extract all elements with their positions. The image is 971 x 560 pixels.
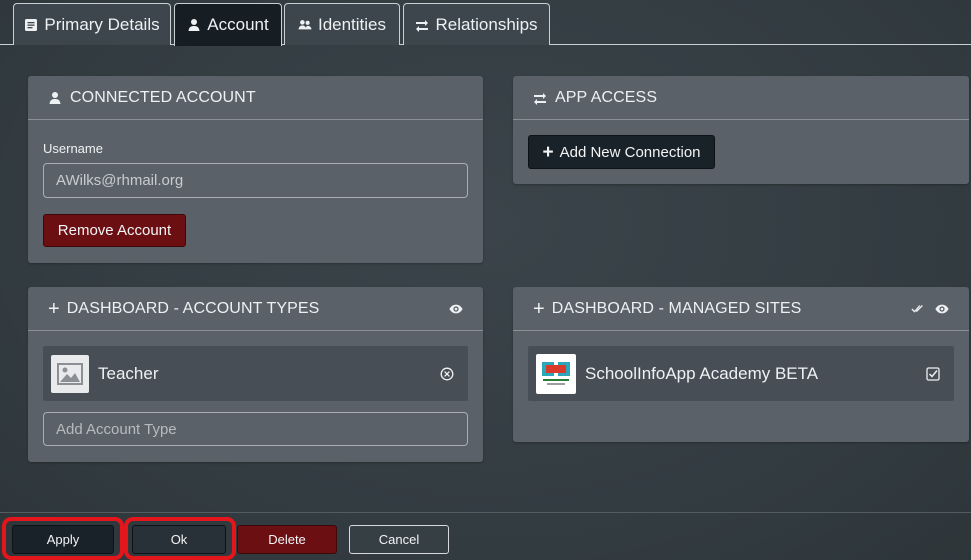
plus-icon: + (542, 141, 554, 163)
tab-identities[interactable]: Identities (284, 3, 400, 45)
expand-plus-icon[interactable]: + (48, 299, 60, 319)
tab-label: Identities (317, 14, 387, 34)
swap-icon (416, 19, 429, 32)
tab-label: Account (207, 15, 269, 34)
panel-title: DASHBOARD - MANAGED SITES (551, 299, 802, 317)
connected-account-panel: CONNECTED ACCOUNT Username AWilks@rhmail… (28, 76, 483, 263)
panel-header: APP ACCESS (513, 76, 969, 120)
panel-title: DASHBOARD - ACCOUNT TYPES (66, 299, 320, 317)
button-label: Ok (170, 532, 188, 547)
double-check-icon[interactable] (911, 303, 925, 315)
apply-button[interactable]: Apply (12, 525, 114, 554)
tab-relationships[interactable]: Relationships (403, 3, 550, 45)
managed-site-label: SchoolInfoApp Academy BETA (585, 363, 819, 383)
cancel-button[interactable]: Cancel (349, 525, 449, 554)
tab-account[interactable]: Account (174, 3, 282, 46)
list-item: Teacher (43, 346, 468, 401)
list-item: SchoolInfoApp Academy BETA (528, 346, 954, 401)
ok-button[interactable]: Ok (132, 525, 226, 554)
managed-sites-panel: + DASHBOARD - MANAGED SITES SchoolInfoAp… (513, 287, 969, 442)
user-icon (188, 19, 200, 31)
username-field[interactable]: AWilks@rhmail.org (43, 163, 468, 198)
button-label: Remove Account (57, 222, 172, 239)
username-label: Username (43, 141, 103, 156)
account-types-panel: + DASHBOARD - ACCOUNT TYPES Teacher Add … (28, 287, 483, 462)
panel-header: CONNECTED ACCOUNT (28, 76, 483, 120)
checkbox-checked-icon[interactable] (926, 366, 940, 381)
button-label: Delete (268, 532, 306, 547)
tab-label: Primary Details (44, 14, 160, 34)
tab-primary-details[interactable]: Primary Details (13, 3, 171, 45)
username-value: AWilks@rhmail.org (56, 172, 184, 189)
remove-circle-icon[interactable] (440, 367, 454, 381)
panel-title: CONNECTED ACCOUNT (70, 88, 256, 106)
add-new-connection-button[interactable]: + Add New Connection (528, 135, 715, 169)
school-logo-icon (536, 353, 576, 394)
document-icon (25, 18, 38, 31)
tab-bar: Primary Details Account Identities Relat… (0, 0, 971, 46)
placeholder-text: Add Account Type (56, 420, 177, 438)
identities-icon (298, 19, 312, 29)
button-label: Add New Connection (559, 143, 701, 161)
button-label: Cancel (378, 532, 420, 547)
add-account-type-input[interactable]: Add Account Type (43, 412, 468, 446)
delete-button[interactable]: Delete (237, 525, 337, 554)
swap-icon (534, 92, 546, 105)
button-label: Apply (46, 532, 80, 547)
eye-icon[interactable] (449, 303, 463, 315)
expand-plus-icon[interactable]: + (533, 299, 545, 319)
panel-title: APP ACCESS (555, 88, 658, 106)
remove-account-button[interactable]: Remove Account (43, 214, 186, 247)
panel-header: + DASHBOARD - ACCOUNT TYPES (28, 287, 483, 331)
panel-header: + DASHBOARD - MANAGED SITES (513, 287, 969, 331)
app-access-panel: APP ACCESS + Add New Connection (513, 76, 969, 184)
user-icon (49, 91, 61, 104)
account-type-label: Teacher (98, 363, 159, 383)
image-placeholder-icon (51, 354, 89, 393)
eye-icon[interactable] (935, 303, 949, 315)
tab-label: Relationships (435, 14, 538, 34)
